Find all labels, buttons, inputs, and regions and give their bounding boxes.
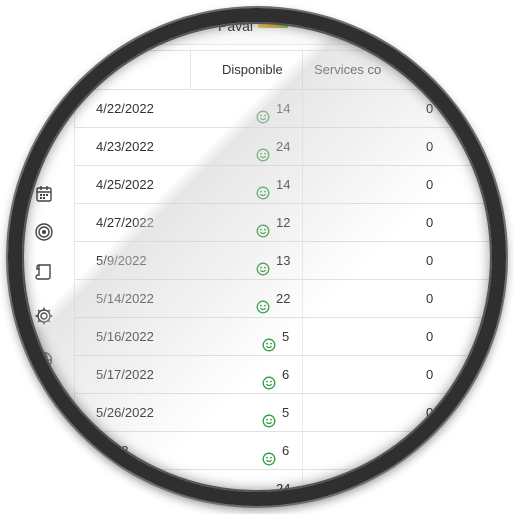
globe-icon[interactable] — [34, 350, 54, 370]
top-bar: Paval — [8, 8, 506, 45]
row-services: 0 — [426, 329, 434, 344]
available-count: 13 — [276, 253, 291, 268]
smile-icon — [256, 177, 270, 200]
availability-table: Disponible Services co 4/22/2022 14 0 4/23/… — [74, 50, 506, 506]
column-divider — [302, 242, 303, 279]
row-date: 4/23/2022 — [96, 139, 154, 154]
available-count: 14 — [276, 101, 291, 116]
column-divider — [302, 394, 303, 431]
column-divider — [302, 356, 303, 393]
column-divider — [302, 280, 303, 317]
row-date: 4/27/2022 — [96, 215, 154, 230]
table-row[interactable]: 24 — [74, 470, 506, 506]
row-date: 5/17/2022 — [96, 367, 154, 382]
row-services: 0 — [426, 139, 434, 154]
table-row[interactable]: 4/25/2022 14 0 — [74, 166, 506, 204]
row-date: 4/25/2022 — [96, 177, 154, 192]
table-row[interactable]: 4/23/2022 24 0 — [74, 128, 506, 166]
available-count: 24 — [276, 481, 291, 496]
available-count: 5 — [282, 329, 290, 344]
row-services: 0 — [426, 101, 434, 116]
table-row[interactable]: 4/22/2022 14 0 — [74, 90, 506, 128]
column-divider — [302, 128, 303, 165]
scroll-icon[interactable] — [34, 262, 54, 282]
column-divider — [302, 204, 303, 241]
column-divider — [302, 166, 303, 203]
smile-icon — [256, 139, 270, 162]
column-divider — [302, 432, 303, 469]
smile-icon — [256, 253, 270, 276]
column-divider — [302, 318, 303, 355]
column-divider — [302, 90, 303, 127]
smile-icon — [256, 101, 270, 124]
table-row[interactable]: 5/16/2022 5 0 — [74, 318, 506, 356]
row-services: 0 — [426, 291, 434, 306]
available-count: 12 — [276, 215, 291, 230]
gear-icon[interactable] — [34, 306, 54, 326]
table-header: Disponible Services co — [74, 50, 506, 90]
table-row[interactable]: /2022 6 — [74, 432, 506, 470]
table-row[interactable]: 5/14/2022 22 0 — [74, 280, 506, 318]
smile-icon — [262, 443, 276, 466]
available-count: 5 — [282, 405, 290, 420]
table-row[interactable]: 5/17/2022 6 0 — [74, 356, 506, 394]
row-date: 5/26/2022 — [96, 405, 154, 420]
column-header-available[interactable]: Disponible — [222, 51, 283, 89]
flag-icon — [258, 18, 288, 28]
smile-icon — [262, 405, 276, 428]
user-name: Paval — [218, 18, 254, 34]
target-icon[interactable] — [34, 222, 54, 242]
sidebar — [8, 44, 75, 506]
row-date: 5/14/2022 — [96, 291, 154, 306]
column-header-services[interactable]: Services co — [314, 51, 381, 89]
row-date: 4/22/2022 — [96, 101, 154, 116]
row-services: 0 — [426, 253, 434, 268]
table-row[interactable]: 5/26/2022 5 0 — [74, 394, 506, 432]
available-count: 6 — [282, 367, 290, 382]
row-date: /2022 — [96, 443, 129, 458]
table-row[interactable]: 4/27/2022 12 0 — [74, 204, 506, 242]
available-count: 6 — [282, 443, 290, 458]
magnifier-view: Paval Disponible Services co 4/22/2022 14… — [8, 8, 506, 506]
row-services: 0 — [426, 215, 434, 230]
table-body: 4/22/2022 14 0 4/23/2022 24 0 4/25/2022 14 0 4/27… — [74, 90, 506, 506]
smile-icon — [256, 215, 270, 238]
row-date: 5/16/2022 — [96, 329, 154, 344]
row-services: 0 — [426, 367, 434, 382]
table-row[interactable]: 5/9/2022 13 0 — [74, 242, 506, 280]
available-count: 24 — [276, 139, 291, 154]
available-count: 14 — [276, 177, 291, 192]
row-date: 5/9/2022 — [96, 253, 147, 268]
smile-icon — [262, 367, 276, 390]
smile-icon — [262, 329, 276, 352]
row-services: 0 — [426, 177, 434, 192]
available-count: 22 — [276, 291, 291, 306]
row-services: 0 — [426, 405, 434, 420]
column-divider — [302, 470, 303, 506]
smile-icon — [256, 291, 270, 314]
smile-icon — [256, 481, 270, 504]
calendar-icon[interactable] — [34, 184, 54, 204]
